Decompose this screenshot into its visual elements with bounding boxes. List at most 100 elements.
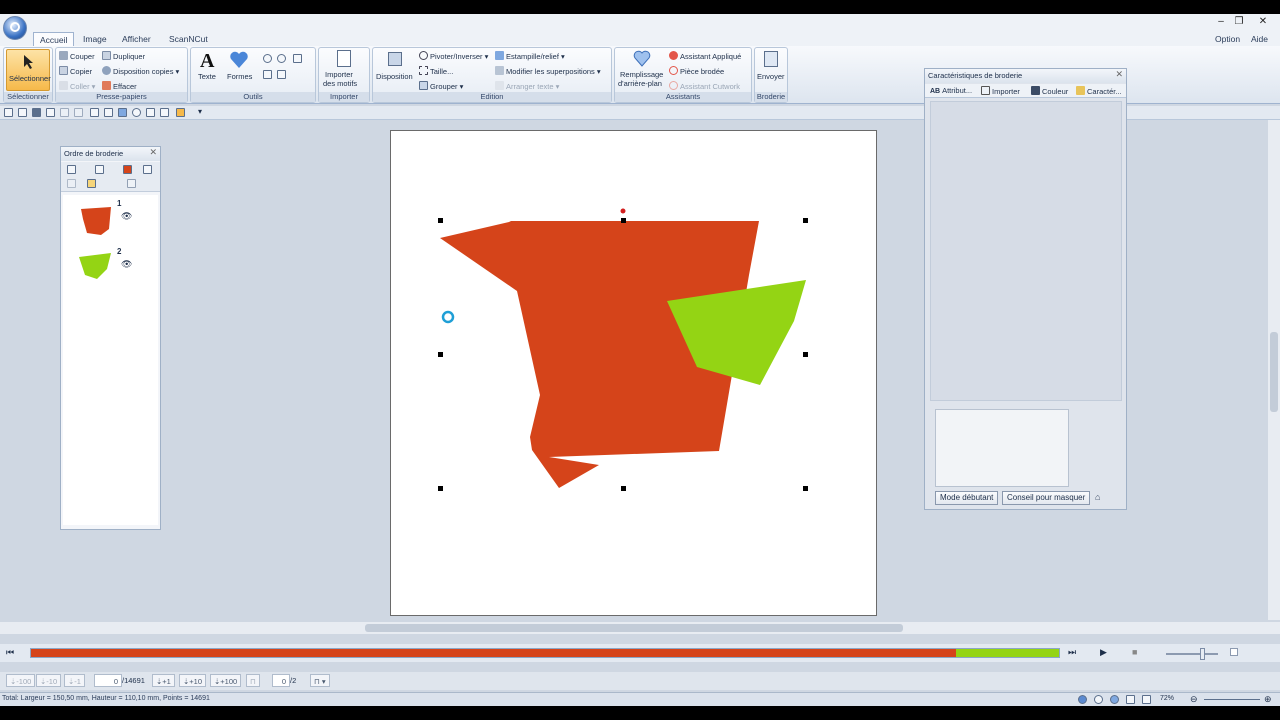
hoop-icon[interactable]	[104, 108, 113, 117]
option-menu[interactable]: Option	[1209, 32, 1246, 46]
vertical-scrollbar[interactable]	[1268, 120, 1280, 620]
view-mode-icon[interactable]	[1094, 695, 1103, 704]
info-icon[interactable]	[146, 108, 155, 117]
app-menu-button[interactable]	[3, 16, 27, 40]
close-icon[interactable]: ✕	[1115, 69, 1123, 80]
dupliquer-button[interactable]: Dupliquer	[102, 51, 145, 62]
taille-button[interactable]: Taille...	[419, 66, 453, 77]
grouper-button[interactable]: Grouper ▾	[419, 81, 463, 92]
color-step-prev-button[interactable]: ⊓	[246, 674, 260, 687]
pointer-icon[interactable]	[127, 179, 136, 188]
sort-icon[interactable]	[95, 165, 104, 174]
disposition-copies-button[interactable]: Disposition copies ▾	[102, 66, 179, 77]
formes-button[interactable]: Formes	[225, 50, 253, 90]
stitch-progress-track[interactable]	[30, 648, 1060, 658]
speed-slider[interactable]	[1166, 648, 1218, 660]
minimize-button[interactable]: –	[1212, 15, 1230, 29]
importer-motifs-button[interactable]: Importer des motifs	[321, 50, 367, 92]
new-file-icon[interactable]	[4, 108, 13, 117]
stitch-position-input[interactable]: 0	[94, 674, 122, 687]
visibility-eye-icon[interactable]: 👁	[121, 211, 132, 222]
redo-icon[interactable]	[74, 108, 83, 117]
skip-start-icon[interactable]: ⏮	[6, 647, 20, 659]
grid-icon[interactable]	[90, 108, 99, 117]
play-icon[interactable]: ▶	[1100, 647, 1114, 659]
open-file-icon[interactable]	[18, 108, 27, 117]
coller-button[interactable]: Coller ▾	[59, 81, 95, 92]
visibility-eye-icon[interactable]: 👁	[121, 259, 132, 270]
remplissage-button[interactable]: Remplissage d'arrière-plan	[617, 50, 665, 92]
undo-icon[interactable]	[60, 108, 69, 117]
zoom-fit-icon[interactable]	[1142, 695, 1151, 704]
envoyer-button[interactable]: Envoyer	[756, 50, 786, 92]
tab-accueil[interactable]: Accueil	[33, 32, 75, 46]
save-icon[interactable]	[32, 108, 41, 117]
zoom-in-icon[interactable]	[263, 54, 272, 63]
resize-handle-n[interactable]	[621, 218, 626, 223]
tab-scanncut[interactable]: ScanNCut	[163, 32, 214, 46]
zoom-fit-icon[interactable]	[293, 54, 302, 63]
effacer-button[interactable]: Effacer	[102, 81, 137, 92]
qat-dropdown-icon[interactable]: ▾	[198, 107, 202, 116]
view-mode-icon[interactable]	[1078, 695, 1087, 704]
step-minus-10-button[interactable]: ⇣-10	[36, 674, 62, 687]
tab-attributs[interactable]: AB Attribut...	[930, 86, 972, 97]
step-plus-1-button[interactable]: ⇣+1	[152, 674, 175, 687]
assistant-applique-button[interactable]: Assistant Appliqué	[669, 51, 741, 62]
resize-handle-nw[interactable]	[438, 218, 443, 223]
frame-select-icon[interactable]	[143, 165, 152, 174]
step-plus-100-button[interactable]: ⇣+100	[210, 674, 242, 687]
zoom-out-icon[interactable]: ⊖	[1190, 694, 1198, 705]
step-minus-100-button[interactable]: ⇣-100	[6, 674, 36, 687]
color-order-icon[interactable]	[123, 165, 132, 174]
resize-handle-se[interactable]	[803, 486, 808, 491]
estampille-button[interactable]: Estampille/relief ▾	[495, 51, 565, 62]
color-step-next-button[interactable]: ⊓ ▾	[310, 674, 330, 687]
tab-image[interactable]: Image	[77, 32, 113, 46]
design-canvas[interactable]	[390, 130, 877, 616]
disposition-button[interactable]: Disposition	[375, 50, 417, 92]
step-minus-1-button[interactable]: ⇣-1	[64, 674, 85, 687]
color-position-input[interactable]: 0	[272, 674, 290, 687]
order-item-1[interactable]: 1 👁	[71, 199, 132, 241]
resize-handle-e[interactable]	[803, 352, 808, 357]
tab-caracteristiques[interactable]: Caractér...	[1076, 86, 1122, 97]
assistant-cutwork-button[interactable]: Assistant Cutwork	[669, 81, 740, 92]
skip-end-icon[interactable]: ⏭	[1068, 647, 1082, 659]
tab-afficher[interactable]: Afficher	[116, 32, 157, 46]
zoom-slider[interactable]	[1204, 699, 1260, 700]
restore-button[interactable]: ❐	[1230, 15, 1248, 29]
home-help-icon[interactable]: ⌂	[1095, 492, 1109, 503]
arranger-texte-button[interactable]: Arranger texte ▾	[495, 81, 559, 92]
hoop-frame-icon[interactable]	[67, 165, 76, 174]
pan-hand-icon[interactable]	[263, 70, 272, 79]
modifier-superpositions-button[interactable]: Modifier les superpositions ▾	[495, 66, 601, 77]
horizontal-scrollbar[interactable]	[0, 622, 1280, 634]
conseil-masquer-button[interactable]: Conseil pour masquer	[1002, 491, 1091, 505]
aide-menu[interactable]: Aide	[1245, 32, 1274, 46]
tab-couleur[interactable]: Couleur	[1031, 86, 1068, 97]
step-plus-10-button[interactable]: ⇣+10	[179, 674, 207, 687]
grid-view-icon[interactable]	[1126, 695, 1135, 704]
realistic-checkbox[interactable]	[1230, 648, 1238, 656]
lock-icon[interactable]	[87, 179, 96, 188]
layers-icon[interactable]	[118, 108, 127, 117]
select-button[interactable]: Sélectionner	[6, 49, 51, 91]
scroll-thumb[interactable]	[365, 624, 903, 632]
measure-icon[interactable]	[277, 70, 286, 79]
couper-button[interactable]: Couper	[59, 51, 95, 62]
copier-button[interactable]: Copier	[59, 66, 92, 77]
resize-handle-sw[interactable]	[438, 486, 443, 491]
close-icon[interactable]: ✕	[149, 147, 157, 158]
preview-icon[interactable]	[46, 108, 55, 117]
order-item-2[interactable]: 2 👁	[71, 247, 132, 287]
speed-slider-thumb[interactable]	[1200, 648, 1205, 660]
resize-handle-ne[interactable]	[803, 218, 808, 223]
pointer-icon[interactable]	[160, 108, 169, 117]
texte-button[interactable]: A Texte	[196, 50, 222, 90]
piece-brodee-button[interactable]: Pièce brodée	[669, 66, 724, 77]
pivoter-button[interactable]: Pivoter/Inverser ▾	[419, 51, 488, 62]
highlight-tool-icon[interactable]	[176, 108, 185, 117]
scroll-thumb[interactable]	[1270, 332, 1278, 412]
zoom-out-icon[interactable]	[277, 54, 286, 63]
